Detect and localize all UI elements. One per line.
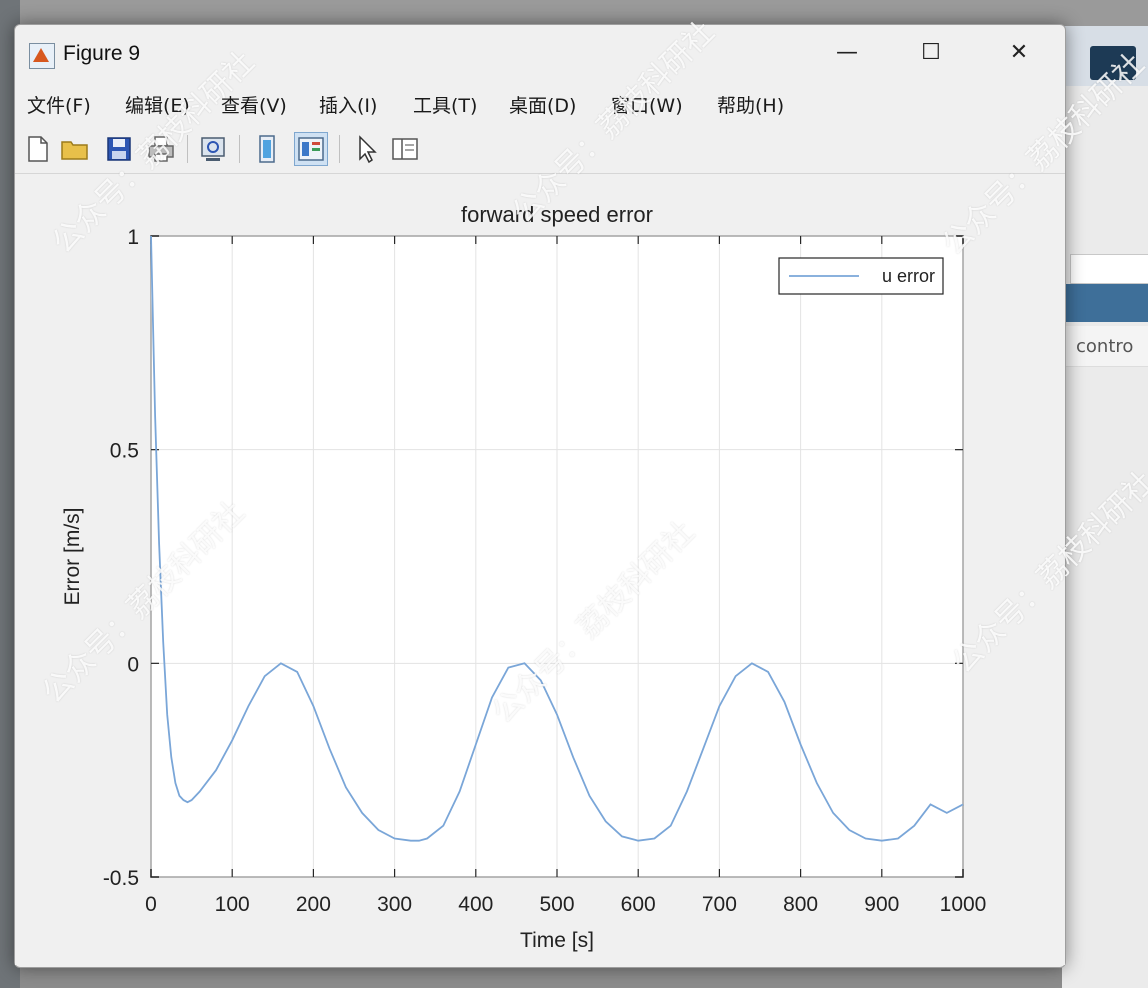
new-figure-icon[interactable]: [21, 133, 53, 165]
y-axis-label: Error [m/s]: [61, 508, 84, 606]
figure-toolbar: [15, 125, 1065, 174]
maximize-button[interactable]: ☐: [903, 35, 959, 71]
menu-file[interactable]: 文件(F): [27, 91, 91, 118]
plot-title: forward speed error: [461, 202, 653, 227]
background-application: contro: [1062, 26, 1148, 988]
x-tick-label: 200: [296, 893, 331, 916]
x-tick-label: 400: [458, 893, 493, 916]
menu-help[interactable]: 帮助(H): [717, 91, 784, 118]
x-tick-label: 900: [864, 893, 899, 916]
figure-window: Figure 9 — ☐ ✕ 文件(F) 编辑(E) 查看(V) 插入(I) 工…: [14, 24, 1066, 968]
legend-entry-u-error: u error: [882, 266, 935, 286]
close-button[interactable]: ✕: [991, 35, 1047, 71]
property-inspector-icon[interactable]: [389, 133, 421, 165]
x-axis-label: Time [s]: [520, 929, 594, 952]
background-app-icon: [1090, 46, 1136, 80]
show-plot-tools-icon[interactable]: [294, 132, 328, 166]
menu-desktop[interactable]: 桌面(D): [509, 91, 576, 118]
minimize-button[interactable]: —: [819, 35, 875, 71]
toolbar-separator: [187, 135, 188, 163]
x-tick-label: 600: [621, 893, 656, 916]
y-tick-labels: -0.5 0 0.5 1: [103, 226, 139, 890]
figure-canvas: 0 100 200 300 400 500 600 700 800 900 1000 -0.5 0 0.…: [15, 175, 1065, 965]
x-tick-label: 700: [702, 893, 737, 916]
background-app-header: [1062, 26, 1148, 86]
save-icon[interactable]: [103, 133, 135, 165]
x-tick-label: 500: [539, 893, 574, 916]
matlab-icon: [29, 43, 55, 69]
background-app-blue-bar: [1062, 284, 1148, 322]
y-tick-label: 0: [127, 653, 139, 676]
x-tick-label: 800: [783, 893, 818, 916]
y-tick-label: 0.5: [110, 440, 139, 463]
toolbar-separator: [239, 135, 240, 163]
menu-tools[interactable]: 工具(T): [413, 91, 477, 118]
x-tick-label: 300: [377, 893, 412, 916]
x-tick-label: 1000: [940, 893, 987, 916]
menu-bar: 文件(F) 编辑(E) 查看(V) 插入(I) 工具(T) 桌面(D) 窗口(W…: [15, 87, 1065, 121]
x-tick-label: 0: [145, 893, 157, 916]
legend[interactable]: u error: [778, 257, 944, 295]
title-bar[interactable]: Figure 9 — ☐ ✕: [15, 25, 1065, 81]
background-app-row-text: contro: [1076, 336, 1134, 357]
edit-plot-cursor-icon[interactable]: [351, 133, 383, 165]
x-tick-labels: 0 100 200 300 400 500 600 700 800 900 1000: [145, 893, 986, 916]
menu-edit[interactable]: 编辑(E): [125, 91, 190, 118]
menu-window[interactable]: 窗口(W): [611, 91, 683, 118]
open-folder-icon[interactable]: [59, 133, 91, 165]
print-icon[interactable]: [145, 133, 177, 165]
link-plot-icon[interactable]: [197, 133, 229, 165]
y-tick-label: -0.5: [103, 867, 139, 890]
desktop-background: [0, 0, 1148, 26]
line-plot[interactable]: 0 100 200 300 400 500 600 700 800 900 1000 -0.5 0 0.…: [15, 175, 1065, 965]
toolbar-separator: [339, 135, 340, 163]
background-app-field[interactable]: [1070, 254, 1148, 284]
x-tick-label: 100: [215, 893, 250, 916]
menu-view[interactable]: 查看(V): [221, 91, 287, 118]
background-app-row[interactable]: contro: [1062, 326, 1148, 367]
menu-insert[interactable]: 插入(I): [319, 91, 377, 118]
window-title: Figure 9: [63, 42, 141, 65]
hide-plot-tools-icon[interactable]: [251, 133, 283, 165]
y-tick-label: 1: [127, 226, 139, 249]
